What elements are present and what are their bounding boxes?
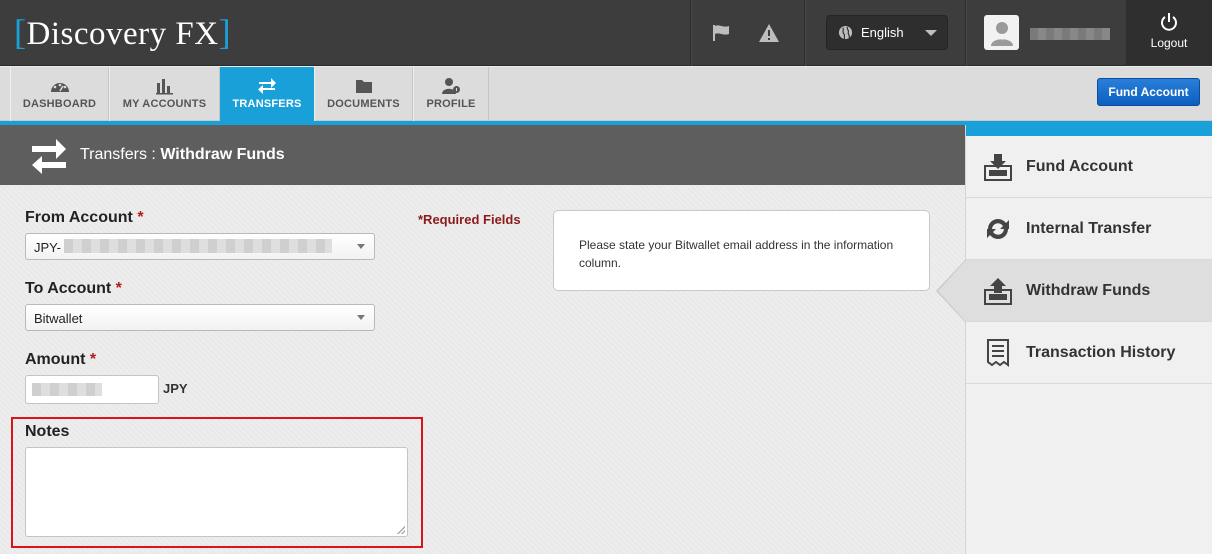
page-header: Transfers : Withdraw Funds	[0, 125, 965, 185]
tab-dashboard[interactable]: DASHBOARD	[10, 67, 109, 121]
language-select[interactable]: English	[826, 15, 948, 50]
tab-label: TRANSFERS	[232, 98, 302, 110]
side-item-label: Internal Transfer	[1026, 220, 1152, 237]
tab-transfers[interactable]: TRANSFERS	[220, 67, 314, 121]
side-item-label: Withdraw Funds	[1026, 282, 1151, 299]
topbar-divider	[690, 0, 691, 66]
withdraw-form: From Account * *Required Fields JPY- To …	[0, 185, 965, 554]
side-menu-accent	[966, 125, 1212, 136]
required-mark: *	[137, 209, 144, 226]
from-account-select[interactable]: JPY-	[25, 233, 375, 260]
active-pointer	[938, 260, 966, 322]
notes-label: Notes	[25, 423, 70, 440]
tab-my-accounts[interactable]: MY ACCOUNTS	[109, 67, 220, 121]
profile-icon	[442, 78, 460, 94]
amount-label: Amount *	[25, 351, 96, 369]
user-avatar-icon[interactable]	[984, 15, 1019, 50]
required-mark: *	[115, 280, 122, 297]
fund-account-button[interactable]: Fund Account	[1097, 78, 1200, 106]
transfers-side-menu: Fund Account Internal Transfer Withdraw …	[936, 125, 1212, 554]
withdraw-icon	[984, 278, 1012, 305]
logout-button[interactable]: Logout	[1126, 0, 1212, 66]
bar-chart-icon	[155, 79, 173, 95]
tab-label: DASHBOARD	[22, 98, 97, 110]
logout-label: Logout	[1150, 36, 1188, 50]
tab-label: MY ACCOUNTS	[122, 98, 207, 110]
to-account-select[interactable]: Bitwallet	[25, 304, 375, 331]
topbar-divider	[804, 0, 805, 66]
tab-label: DOCUMENTS	[327, 98, 400, 110]
receipt-icon	[987, 339, 1009, 367]
brand-logo[interactable]: [Discovery FX]	[14, 12, 231, 54]
chevron-down-icon	[357, 244, 365, 249]
tab-documents[interactable]: DOCUMENTS	[314, 67, 413, 121]
required-mark: *	[89, 351, 97, 368]
side-item-transaction-history[interactable]: Transaction History	[966, 322, 1212, 384]
side-item-label: Fund Account	[1026, 158, 1133, 175]
to-account-value: Bitwallet	[34, 311, 83, 326]
resize-handle-icon[interactable]	[397, 526, 405, 534]
side-item-fund-account[interactable]: Fund Account	[966, 136, 1212, 198]
tab-label: PROFILE	[426, 98, 476, 110]
label-text: Amount	[25, 351, 86, 368]
from-account-value: JPY-	[34, 240, 61, 255]
logo-bracket-right: ]	[218, 12, 232, 52]
dashboard-icon	[50, 83, 69, 92]
globe-icon	[838, 25, 853, 40]
chevron-down-icon	[925, 30, 937, 36]
deposit-icon	[984, 154, 1012, 181]
amount-input[interactable]	[25, 375, 159, 404]
transfer-arrows-icon	[32, 139, 66, 174]
username-redacted[interactable]	[1030, 28, 1110, 40]
language-selected: English	[861, 25, 904, 40]
redacted-amount	[32, 383, 102, 396]
redacted-account-number	[64, 239, 332, 253]
breadcrumb: Transfers : Withdraw Funds	[80, 146, 285, 164]
side-item-internal-transfer[interactable]: Internal Transfer	[966, 198, 1212, 260]
logo-text: Discovery FX	[26, 16, 219, 52]
logo-bracket-left: [	[14, 12, 27, 52]
currency-label: JPY	[163, 381, 188, 396]
main-nav: DASHBOARD MY ACCOUNTS TRANSFERS DOCUMENT…	[0, 67, 1212, 121]
breadcrumb-section[interactable]: Transfers	[80, 146, 147, 163]
required-fields-note: *Required Fields	[418, 212, 521, 227]
info-message: Please state your Bitwallet email addres…	[553, 210, 930, 291]
topbar-divider	[965, 0, 966, 66]
label-text: From Account	[25, 209, 133, 226]
top-bar: [Discovery FX] English Logout	[0, 0, 1212, 66]
warning-icon[interactable]	[756, 20, 782, 46]
side-item-label: Transaction History	[1026, 344, 1176, 361]
power-icon	[1161, 13, 1177, 31]
flag-icon[interactable]	[709, 20, 735, 46]
from-account-label: From Account *	[25, 209, 144, 227]
transfer-arrows-icon	[258, 78, 276, 94]
label-text: To Account	[25, 280, 112, 297]
transfer-cycle-icon	[987, 219, 1009, 239]
chevron-down-icon	[357, 315, 365, 320]
page-title: Withdraw Funds	[160, 146, 285, 163]
side-item-withdraw-funds[interactable]: Withdraw Funds	[936, 259, 1212, 323]
to-account-label: To Account *	[25, 280, 122, 298]
notes-textarea[interactable]	[25, 447, 408, 537]
tab-profile[interactable]: PROFILE	[413, 67, 489, 121]
folder-icon	[355, 80, 372, 93]
breadcrumb-separator: :	[146, 146, 161, 163]
